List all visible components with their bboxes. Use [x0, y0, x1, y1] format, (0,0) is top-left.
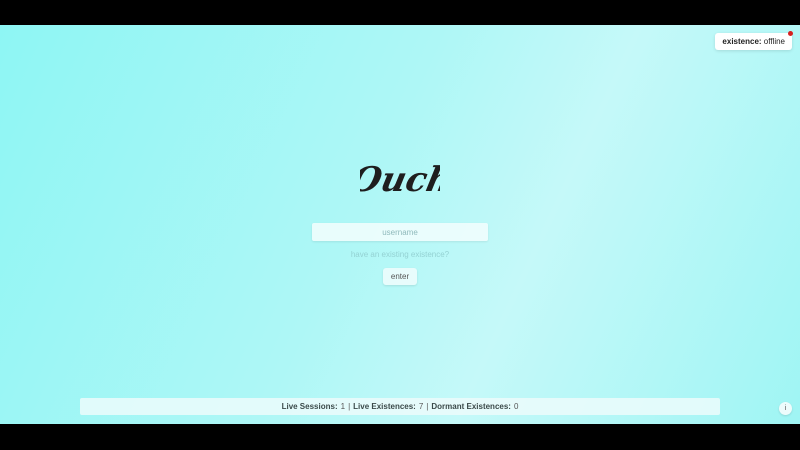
letterbox-bottom: [0, 424, 800, 450]
live-existences-value: 7: [418, 402, 424, 411]
live-sessions-label: Live Sessions:: [281, 402, 338, 411]
live-existences-label: Live Existences:: [353, 402, 416, 411]
offline-dot-icon: [788, 31, 793, 36]
existing-existence-link[interactable]: have an existing existence?: [0, 250, 800, 259]
existence-status-badge: existence: offline: [715, 31, 793, 50]
ouch-logo-icon: Ouch: [360, 160, 440, 200]
app-viewport: existence: offline Ouch have an existing…: [0, 25, 800, 424]
stats-separator: |: [348, 402, 351, 411]
live-sessions-value: 1: [340, 402, 346, 411]
logo-text: Ouch: [360, 160, 440, 200]
dormant-existences-value: 0: [513, 402, 519, 411]
letterbox-top: [0, 0, 800, 25]
info-icon: i: [784, 405, 787, 412]
status-value: offline: [763, 37, 785, 46]
status-key: existence:: [722, 37, 762, 46]
stats-separator: |: [426, 402, 429, 411]
username-input[interactable]: [312, 223, 488, 241]
dormant-existences-label: Dormant Existences:: [431, 402, 511, 411]
stats-bar: Live Sessions: 1 | Live Existences: 7 | …: [80, 398, 720, 415]
app-logo: Ouch: [0, 155, 800, 206]
enter-button[interactable]: enter: [383, 268, 417, 285]
info-button[interactable]: i: [779, 402, 792, 415]
